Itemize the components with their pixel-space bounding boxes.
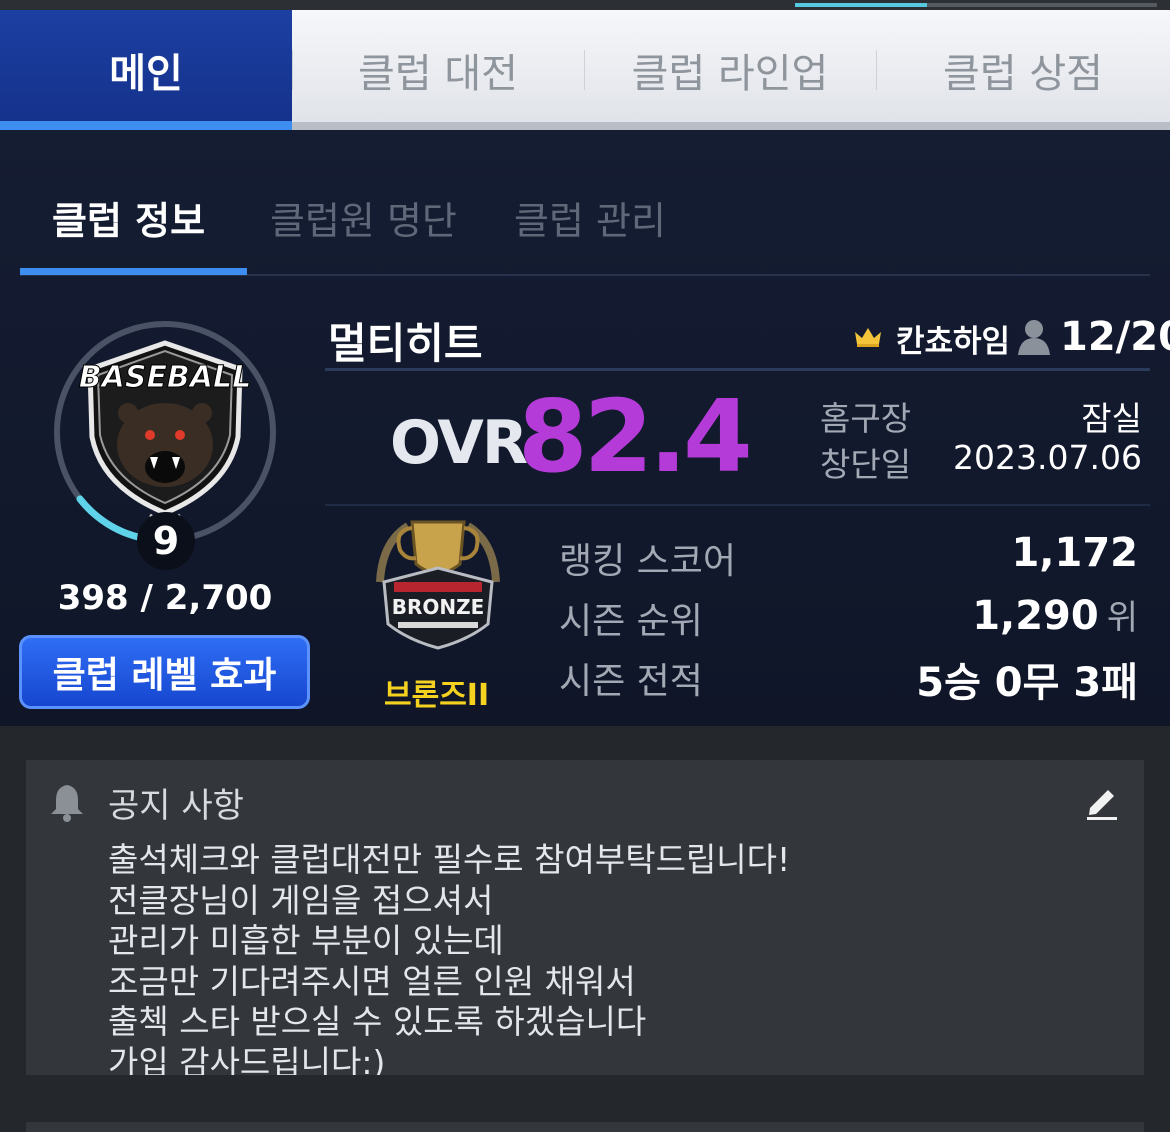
home-stadium-value: 잠실 [1081, 399, 1142, 438]
top-status-strip [0, 0, 1170, 10]
notice-line: 출첵 스타 받으실 수 있도록 하겠습니다 [108, 1002, 647, 1041]
page-indicator-active [795, 3, 927, 7]
notice-body: 출석체크와 클럽대전만 필수로 참여부탁드립니다! 전클장님이 게임을 접으셔서… [108, 840, 790, 1075]
notice-panel: 공지 사항 출석체크와 클럽대전만 필수로 참여부탁드립니다! 전클장님이 게임… [26, 760, 1144, 1075]
season-rank-unit: 위 [1106, 598, 1138, 638]
founded-date-value: 2023.07.06 [953, 438, 1142, 477]
season-rank-label: 시즌 순위 [559, 601, 703, 642]
tab-club-lineup[interactable]: 클럽 라인업 [584, 10, 876, 130]
notice-line: 출석체크와 클럽대전만 필수로 참여부탁드립니다! [108, 840, 791, 879]
season-rank: 1,290 위 [972, 590, 1138, 639]
emblem-text: BASEBALL [79, 360, 252, 395]
member-icon [1018, 320, 1050, 355]
sub-tab-underline [20, 268, 247, 275]
crown-icon [855, 328, 881, 347]
notice-line: 조금만 기다려주시면 얼른 인원 채워서 [108, 961, 636, 1001]
bronze-tier-badge: BRONZE [376, 520, 500, 650]
club-info-panel: 클럽 정보 클럽원 명단 클럽 관리 BASEBALL 9 398 / 2,70… [0, 130, 1170, 726]
ranking-score-label: 랭킹 스코어 [559, 541, 737, 582]
ovr-value: 82.4 [518, 378, 753, 495]
tab-club-shop[interactable]: 클럽 상점 [876, 10, 1170, 130]
edit-icon[interactable] [1084, 782, 1120, 822]
tab-member-list[interactable]: 클럽원 명단 [270, 190, 457, 245]
club-owner-name: 칸쵸하임 [896, 324, 1011, 360]
next-panel-edge [26, 1122, 1144, 1132]
season-rank-value: 1,290 [972, 593, 1099, 639]
tier-name: 브론즈II [384, 678, 490, 713]
bell-icon [51, 785, 83, 822]
page-indicator [927, 3, 1157, 7]
divider [325, 368, 1150, 371]
ranking-score-value: 1,172 [1011, 530, 1138, 576]
main-tab-bar: 메인 클럽 대전 클럽 라인업 클럽 상점 [0, 10, 1170, 130]
season-record-value: 5승 0무 3패 [916, 660, 1138, 706]
tab-club-management[interactable]: 클럽 관리 [514, 190, 666, 245]
tab-main[interactable]: 메인 [0, 10, 292, 130]
season-record-label: 시즌 전적 [559, 661, 703, 702]
divider [325, 504, 1150, 506]
ovr-label: OVR [390, 408, 528, 478]
club-level-effect-button[interactable]: 클럽 레벨 효과 [19, 635, 310, 709]
notice-title: 공지 사항 [108, 786, 244, 826]
level-progress-arc [76, 495, 146, 542]
tier-badge-text: BRONZE [392, 595, 485, 619]
home-stadium-label: 홈구장 [820, 399, 912, 438]
founded-date-label: 창단일 [820, 445, 912, 484]
club-name: 멀티히트 [328, 319, 483, 368]
tab-club-info[interactable]: 클럽 정보 [52, 190, 205, 245]
club-xp: 398 / 2,700 [57, 578, 273, 618]
notice-line: 관리가 미흡한 부분이 있는데 [108, 921, 504, 960]
tab-bar-divider [292, 122, 1170, 130]
club-level-badge: 9 [137, 512, 195, 570]
sub-tab-bar: 클럽 정보 클럽원 명단 클럽 관리 [20, 170, 1150, 276]
member-count: 12/20 [1060, 314, 1170, 360]
tab-club-battle[interactable]: 클럽 대전 [292, 10, 584, 130]
notice-line: 전클장님이 게임을 접으셔서 [108, 880, 494, 920]
notice-line: 가입 감사드립니다:) [108, 1042, 386, 1076]
